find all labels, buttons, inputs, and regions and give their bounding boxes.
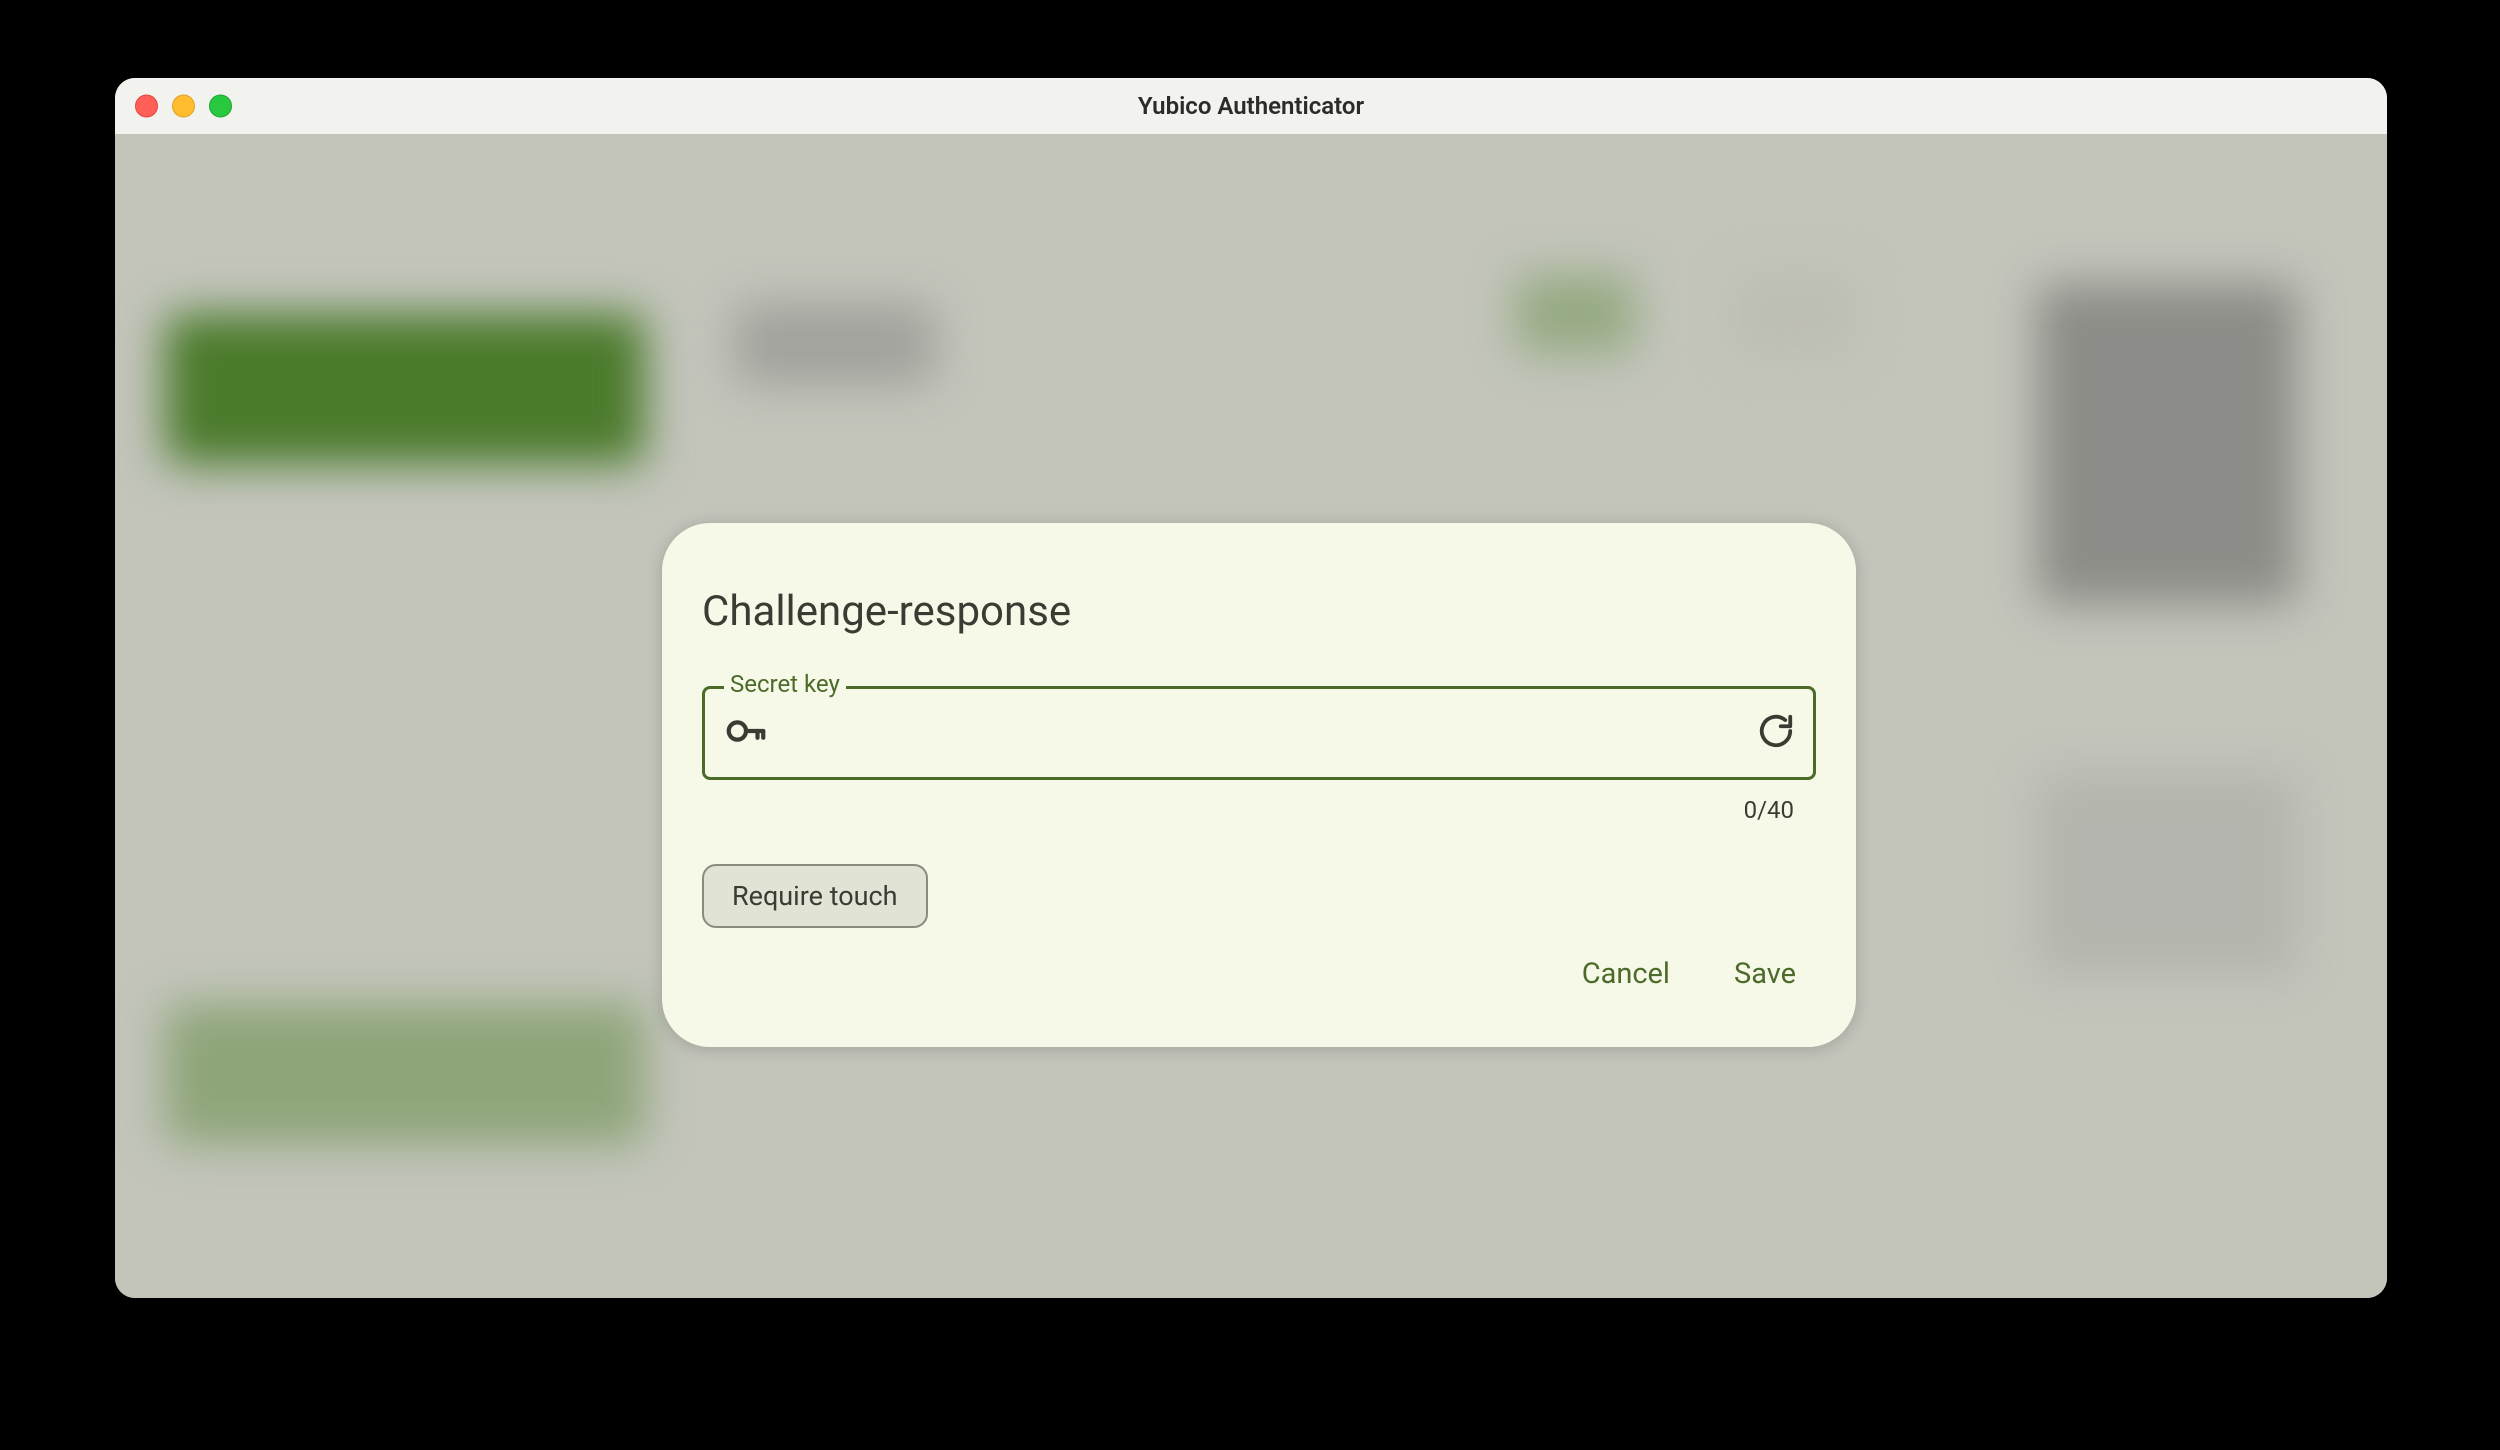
secret-key-outline — [702, 686, 1816, 780]
regenerate-icon[interactable] — [1757, 712, 1795, 754]
dialog-title: Challenge-response — [702, 587, 1816, 636]
char-count: 0/40 — [702, 796, 1816, 824]
secret-key-label: Secret key — [724, 670, 846, 698]
require-touch-chip[interactable]: Require touch — [702, 864, 928, 928]
window-close-button[interactable] — [135, 95, 158, 118]
window-minimize-button[interactable] — [172, 95, 195, 118]
app-window: Yubico Authenticator Challenge-response … — [115, 78, 2387, 1298]
title-bar: Yubico Authenticator — [115, 78, 2387, 135]
key-icon — [723, 708, 769, 758]
dialog-actions: Cancel Save — [1578, 951, 1800, 997]
secret-key-input[interactable] — [769, 717, 1757, 749]
traffic-lights — [135, 95, 232, 118]
app-body: Challenge-response Secret key — [115, 134, 2387, 1298]
save-button[interactable]: Save — [1730, 951, 1800, 997]
window-zoom-button[interactable] — [209, 95, 232, 118]
cancel-button[interactable]: Cancel — [1578, 951, 1674, 997]
challenge-response-dialog: Challenge-response Secret key — [662, 523, 1856, 1047]
secret-key-field: Secret key — [702, 686, 1816, 824]
window-title: Yubico Authenticator — [1138, 92, 1364, 120]
